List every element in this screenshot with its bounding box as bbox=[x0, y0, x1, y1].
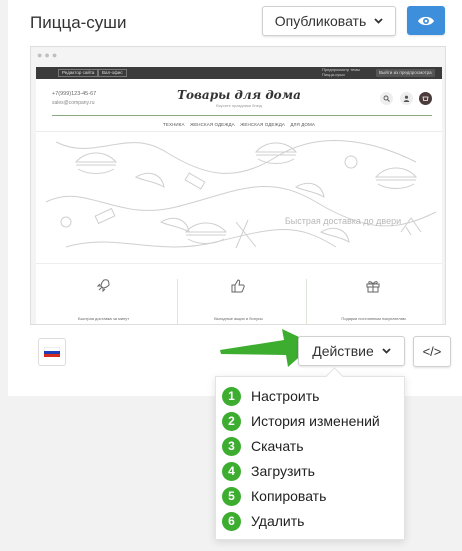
menu-item-label: Скачать bbox=[251, 438, 304, 454]
preview-nav-item: ЖЕНСКАЯ ОДЕЖДА bbox=[189, 122, 235, 127]
menu-item-label: Настроить bbox=[251, 388, 320, 404]
header-separator bbox=[52, 115, 432, 116]
gift-icon bbox=[366, 281, 380, 293]
thumbs-up-icon bbox=[231, 279, 245, 293]
chevron-down-icon bbox=[382, 348, 391, 354]
publish-button-label: Опубликовать bbox=[274, 13, 367, 29]
publish-button[interactable]: Опубликовать bbox=[262, 6, 396, 36]
action-button[interactable]: Действие bbox=[298, 336, 405, 366]
action-dropdown-menu: 1 Настроить 2 История изменений 3 Скачат… bbox=[215, 376, 405, 540]
menu-item-configure[interactable]: 1 Настроить bbox=[222, 385, 319, 407]
preview-logout: Выйти из предпросмотра bbox=[376, 69, 435, 77]
preview-nav: ТЕХНИКА ЖЕНСКАЯ ОДЕЖДА ЖЕНСКАЯ ОДЕЖДА ДЛ… bbox=[36, 122, 442, 127]
code-icon: </> bbox=[422, 344, 442, 359]
preview-profile-line2: Пицца-суши bbox=[322, 71, 345, 77]
rocket-icon bbox=[96, 279, 110, 293]
step-badge: 1 bbox=[222, 386, 241, 406]
preview-hero-text: Быстрая доставка до двери bbox=[284, 216, 402, 226]
food-pattern-illustration bbox=[45, 140, 437, 249]
site-title: Пицца-суши bbox=[30, 13, 127, 32]
menu-item-label: Копировать bbox=[251, 488, 327, 504]
feature-text: Подарки постоянным покупателям bbox=[341, 316, 406, 321]
language-flag-button[interactable] bbox=[38, 338, 66, 366]
preview-nav-item: ТЕХНИКА bbox=[163, 122, 185, 127]
preview-hero: Быстрая доставка до двери bbox=[36, 132, 442, 262]
chevron-down-icon bbox=[374, 18, 383, 24]
feature-item: Подарки постоянным покупателям bbox=[306, 264, 441, 324]
menu-item-label: Загрузить bbox=[251, 463, 315, 479]
user-icon bbox=[400, 92, 413, 105]
eye-icon bbox=[418, 16, 434, 25]
preview-nav-item: ЖЕНСКАЯ ОДЕЖДА bbox=[240, 122, 285, 127]
feature-text: Быстрая доставка за минут bbox=[77, 316, 130, 321]
feature-item: Выгодные акции и бонусы bbox=[171, 264, 306, 324]
preview-profile: Предпросмотр темы Пицца-суши bbox=[322, 67, 372, 77]
search-icon bbox=[380, 92, 393, 105]
preview-nav-item: ДЛЯ ДОМА bbox=[290, 122, 315, 127]
menu-item-history[interactable]: 2 История изменений bbox=[222, 410, 380, 432]
preview-brand-sub: Вкусите праздники блюд bbox=[216, 103, 262, 108]
preview-eye-button[interactable] bbox=[407, 6, 445, 35]
menu-item-label: История изменений bbox=[251, 413, 380, 429]
theme-preview[interactable]: ●●● Редактор сайта Вал-офис Предпросмотр… bbox=[30, 46, 446, 325]
preview-topbar: Редактор сайта Вал-офис Предпросмотр тем… bbox=[36, 67, 442, 79]
step-badge: 5 bbox=[222, 486, 241, 506]
preview-lk: Вал-офис bbox=[98, 69, 127, 77]
preview-edit-site: Редактор сайта bbox=[58, 69, 99, 77]
menu-item-download[interactable]: 3 Скачать bbox=[222, 435, 304, 457]
code-button[interactable]: </> bbox=[413, 336, 451, 367]
feature-item: Быстрая доставка за минут bbox=[36, 264, 171, 324]
window-dots: ●●● bbox=[37, 50, 60, 60]
menu-item-delete[interactable]: 6 Удалить bbox=[222, 510, 304, 532]
step-badge: 2 bbox=[222, 411, 241, 431]
menu-item-upload[interactable]: 4 Загрузить bbox=[222, 460, 315, 482]
feature-text: Выгодные акции и бонусы bbox=[214, 316, 263, 321]
step-badge: 3 bbox=[222, 436, 241, 456]
preview-page: Редактор сайта Вал-офис Предпросмотр тем… bbox=[36, 67, 442, 324]
menu-item-copy[interactable]: 5 Копировать bbox=[222, 485, 326, 507]
menu-item-label: Удалить bbox=[251, 513, 305, 529]
cart-icon bbox=[419, 92, 432, 105]
preview-features: Быстрая доставка за минут Выгодные акции… bbox=[36, 263, 442, 324]
step-badge: 4 bbox=[222, 461, 241, 481]
step-badge: 6 bbox=[222, 511, 241, 531]
action-button-label: Действие bbox=[312, 343, 374, 359]
russia-flag-icon bbox=[44, 346, 60, 358]
